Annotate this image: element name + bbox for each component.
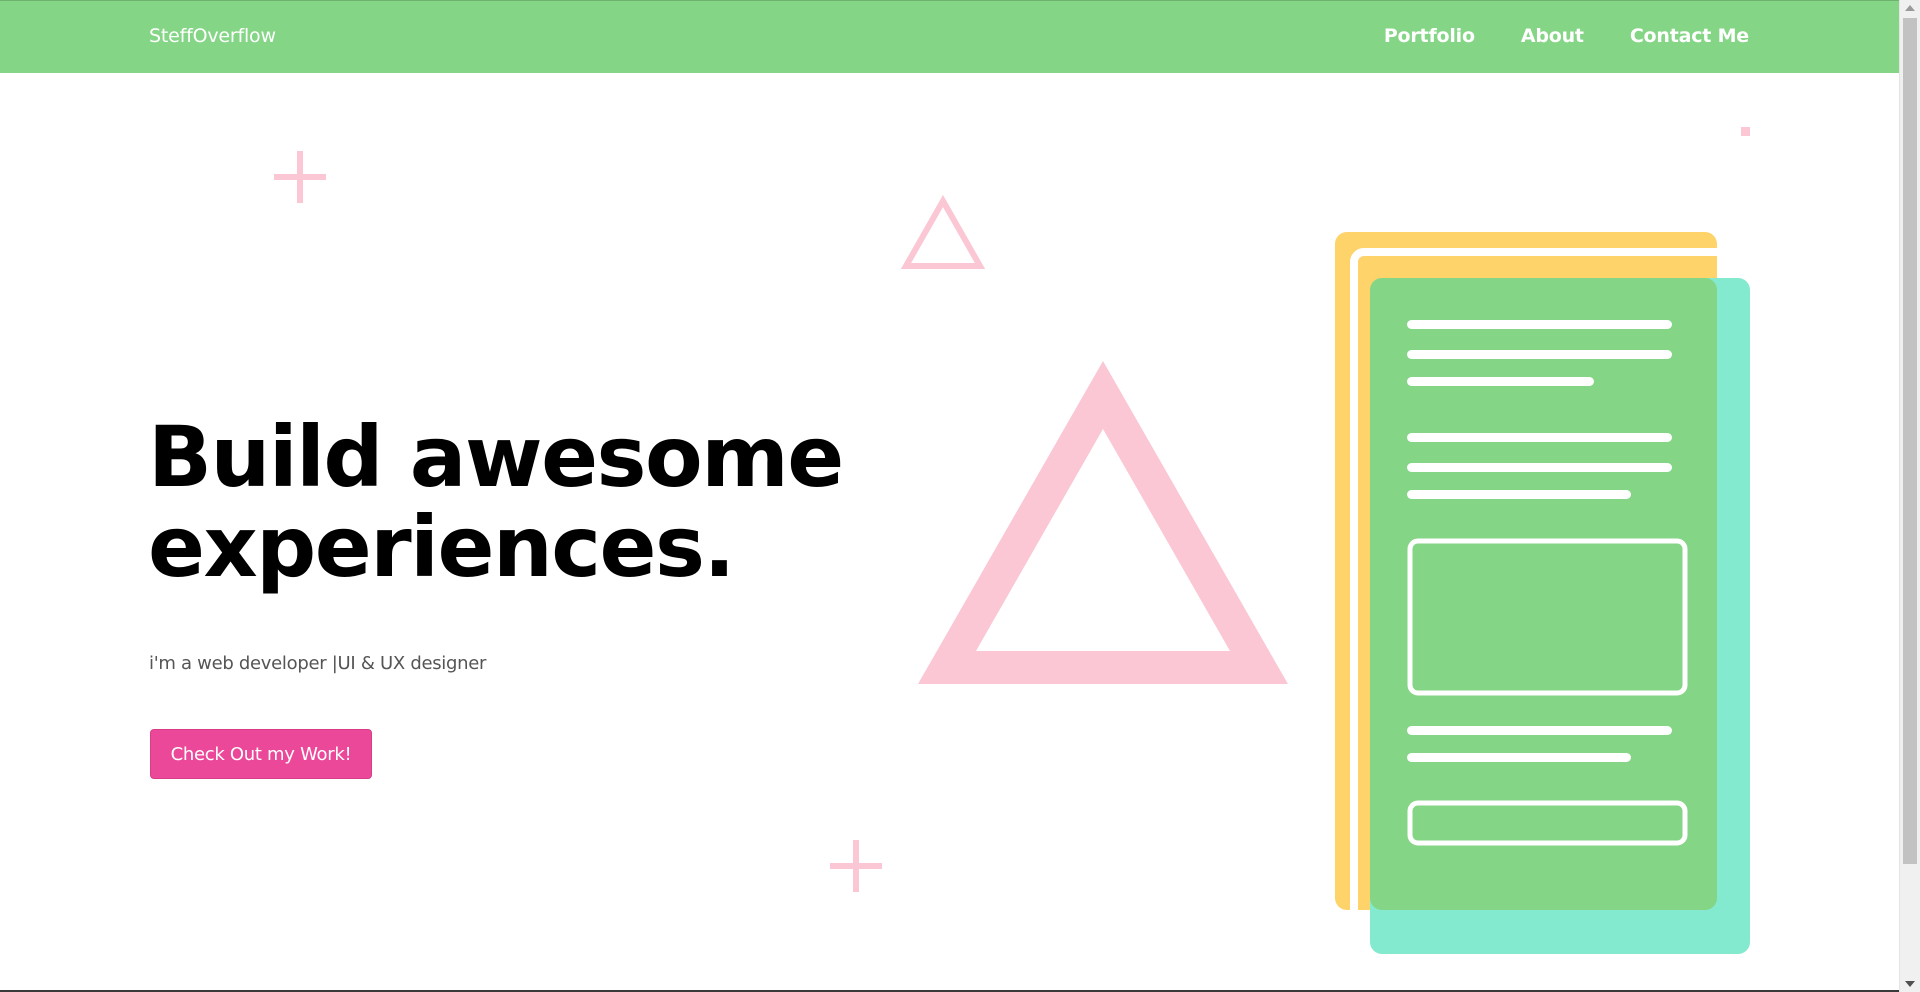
brand-logo-link[interactable]: SteffOverflow <box>149 25 276 47</box>
scroll-up-arrow-icon[interactable] <box>1905 5 1915 11</box>
plus-icon <box>830 840 882 892</box>
vertical-scrollbar[interactable] <box>1899 0 1920 992</box>
scroll-down-arrow-icon[interactable] <box>1905 981 1915 987</box>
website-mockup-illustration <box>1335 232 1760 956</box>
hero-title-line1: Build awesome <box>148 408 844 506</box>
check-out-work-button[interactable]: Check Out my Work! <box>150 729 372 779</box>
plus-icon <box>274 151 326 203</box>
triangle-icon <box>918 361 1288 684</box>
nav-link-about[interactable]: About <box>1521 25 1584 47</box>
nav-link-contact[interactable]: Contact Me <box>1630 25 1749 47</box>
top-navbar: SteffOverflow Portfolio About Contact Me <box>0 0 1899 73</box>
hero-title-line2: experiences. <box>148 498 735 596</box>
triangle-icon <box>900 195 986 269</box>
page: SteffOverflow Portfolio About Contact Me <box>0 0 1920 992</box>
nav-link-portfolio[interactable]: Portfolio <box>1384 25 1475 47</box>
nav-links: Portfolio About Contact Me <box>1384 25 1749 47</box>
hero-subtitle: i'm a web developer |UI & UX designer <box>149 653 487 674</box>
hero-title: Build awesome experiences. <box>148 412 848 592</box>
scrollbar-thumb[interactable] <box>1903 18 1917 864</box>
square-decoration <box>1741 127 1750 136</box>
